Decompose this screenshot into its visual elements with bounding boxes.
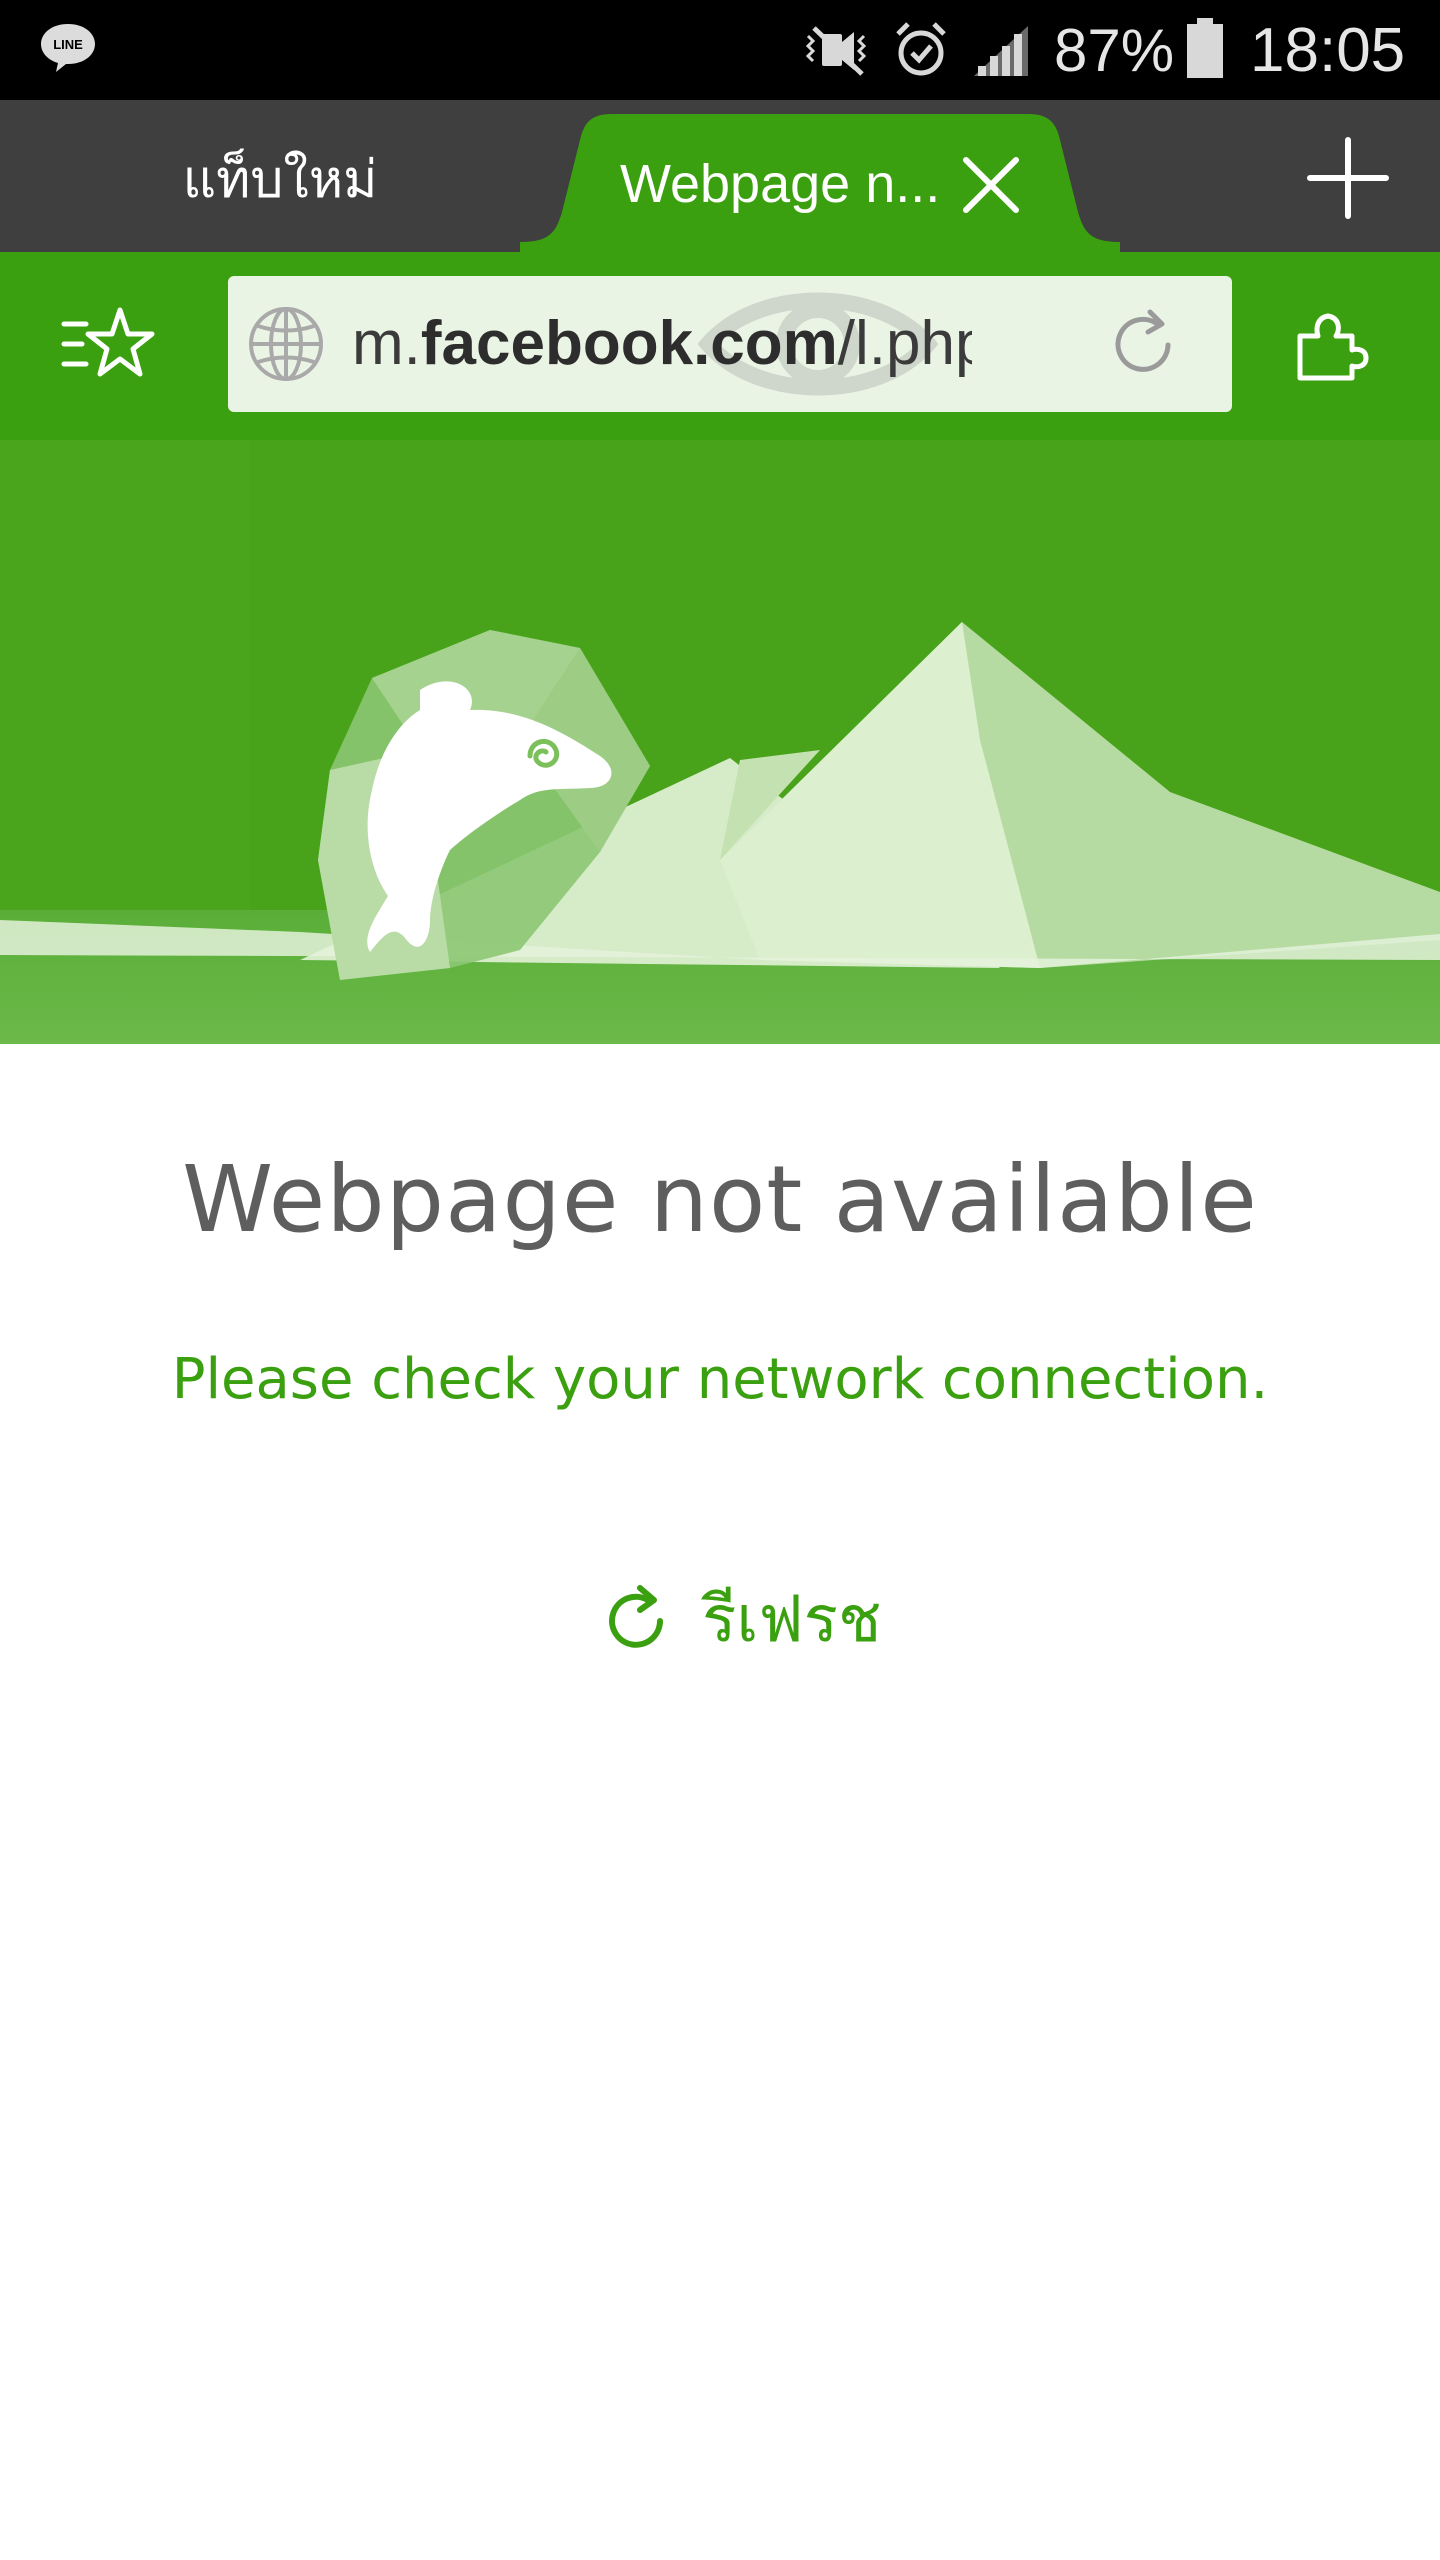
address-bar[interactable]: m.facebook.com/l.php... (228, 276, 1232, 412)
mute-vibrate-icon (805, 26, 867, 76)
close-tab-icon[interactable] (958, 152, 1024, 218)
tab-strip: แท็บใหม่ Webpage n... (0, 100, 1440, 252)
reload-icon[interactable] (1106, 308, 1180, 382)
battery-percent: 87% (1054, 17, 1175, 84)
url-suffix: /l.php... (837, 309, 972, 378)
refresh-label: รีเฟรช (702, 1583, 882, 1657)
url-prefix: m. (352, 309, 421, 378)
error-illustration (0, 440, 1440, 1044)
svg-text:LINE: LINE (53, 37, 83, 52)
tab-active-label[interactable]: Webpage n... (620, 144, 950, 224)
new-tab-plus-icon[interactable] (1306, 136, 1390, 220)
battery-icon (1187, 18, 1223, 78)
status-bar: LINE 87% 18:05 (0, 0, 1440, 100)
line-app-icon: LINE (41, 24, 95, 72)
refresh-icon (609, 1585, 663, 1648)
tab-new-tab[interactable]: แท็บใหม่ (60, 140, 500, 220)
globe-icon (249, 307, 323, 381)
extension-puzzle-icon[interactable] (1294, 308, 1370, 384)
signal-icon (974, 26, 1028, 76)
error-title: Webpage not available (182, 1146, 1258, 1253)
clock: 18:05 (1250, 16, 1406, 85)
bookmarks-star-icon[interactable] (60, 304, 156, 388)
alarm-icon (896, 22, 946, 76)
url-domain: facebook.com (420, 309, 838, 378)
refresh-button[interactable]: รีเฟรช (590, 1570, 890, 1670)
error-message: Please check your network connection. (171, 1347, 1269, 1412)
url-text[interactable]: m.facebook.com/l.php... (352, 302, 972, 386)
browser-toolbar: m.facebook.com/l.php... (0, 252, 1440, 440)
